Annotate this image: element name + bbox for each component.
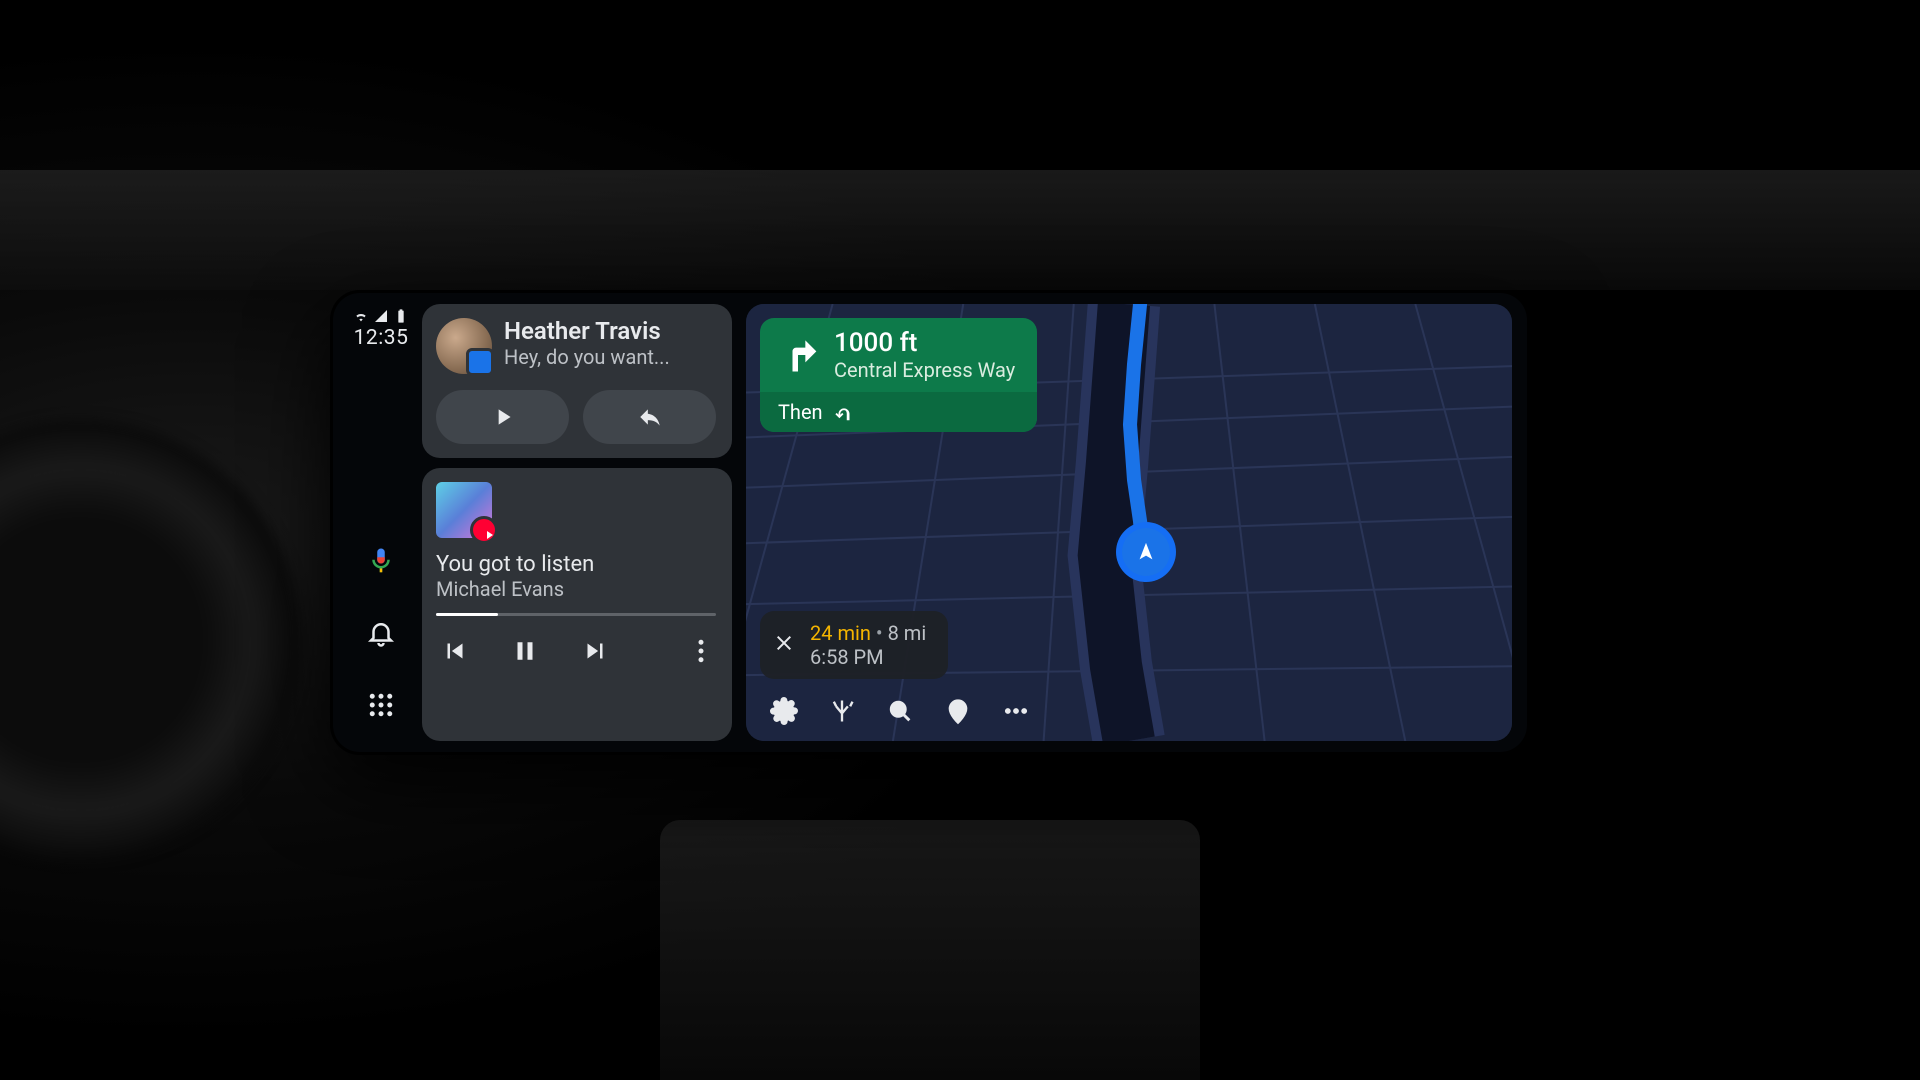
mic-icon <box>366 546 396 576</box>
track-artist: Michael Evans <box>436 577 716 601</box>
message-preview: Hey, do you want... <box>504 346 670 369</box>
map-settings-button[interactable] <box>770 697 798 725</box>
pause-icon <box>510 636 540 666</box>
status-icons <box>353 308 409 324</box>
media-card[interactable]: You got to listen Michael Evans <box>422 468 732 741</box>
track-title: You got to listen <box>436 552 716 577</box>
wifi-icon <box>353 308 369 324</box>
pin-icon <box>944 697 972 725</box>
then-label: Then <box>778 400 823 424</box>
routes-button[interactable] <box>828 697 856 725</box>
search-button[interactable] <box>886 697 914 725</box>
pause-button[interactable] <box>510 636 540 666</box>
u-turn-icon <box>833 401 855 423</box>
map-more-button[interactable] <box>1002 697 1030 725</box>
battery-icon <box>393 308 409 324</box>
media-more-button[interactable] <box>686 636 716 666</box>
gear-icon <box>770 697 798 725</box>
close-eta-button[interactable] <box>772 631 796 659</box>
bell-icon <box>366 618 396 648</box>
current-location-marker <box>1116 522 1176 582</box>
skip-next-icon <box>580 636 610 666</box>
play-icon <box>490 404 516 430</box>
sender-avatar <box>436 318 492 374</box>
head-unit-screen: 12:35 Heather Travis Hey, do you want... <box>330 290 1530 755</box>
turn-road: Central Express Way <box>834 358 1015 382</box>
turn-right-icon <box>776 333 820 377</box>
map-toolbar <box>760 691 1040 731</box>
eta-distance: 8 mi <box>888 621 927 645</box>
turn-distance: 1000 ft <box>834 328 1015 358</box>
previous-button[interactable] <box>440 636 470 666</box>
search-icon <box>886 697 914 725</box>
system-rail: 12:35 <box>340 304 422 741</box>
eta-duration: 24 min <box>810 621 871 645</box>
message-card[interactable]: Heather Travis Hey, do you want... <box>422 304 732 458</box>
cards-column: Heather Travis Hey, do you want... You g… <box>422 304 732 741</box>
assistant-button[interactable] <box>359 539 403 583</box>
more-horiz-icon <box>1002 697 1030 725</box>
sender-name: Heather Travis <box>504 318 670 346</box>
close-icon <box>772 631 796 655</box>
reply-icon <box>637 404 663 430</box>
apps-icon <box>366 690 396 720</box>
eta-separator: • <box>876 621 888 645</box>
steering-wheel <box>0 420 300 860</box>
play-message-button[interactable] <box>436 390 569 444</box>
next-button[interactable] <box>580 636 610 666</box>
reply-button[interactable] <box>583 390 716 444</box>
more-vert-icon <box>686 636 716 666</box>
notifications-button[interactable] <box>359 611 403 655</box>
direction-card[interactable]: 1000 ft Central Express Way Then <box>760 318 1037 432</box>
eta-arrival: 6:58 PM <box>810 645 926 669</box>
pin-button[interactable] <box>944 697 972 725</box>
clock: 12:35 <box>354 326 409 350</box>
alt-route-icon <box>828 697 856 725</box>
nav-arrow-icon <box>1135 541 1157 563</box>
map-panel[interactable]: 1000 ft Central Express Way Then 24 min … <box>746 304 1512 741</box>
album-art <box>436 482 492 538</box>
signal-icon <box>373 308 389 324</box>
app-grid-button[interactable] <box>359 683 403 727</box>
playback-progress[interactable] <box>436 613 716 616</box>
skip-previous-icon <box>440 636 470 666</box>
eta-card[interactable]: 24 min • 8 mi 6:58 PM <box>760 611 948 679</box>
